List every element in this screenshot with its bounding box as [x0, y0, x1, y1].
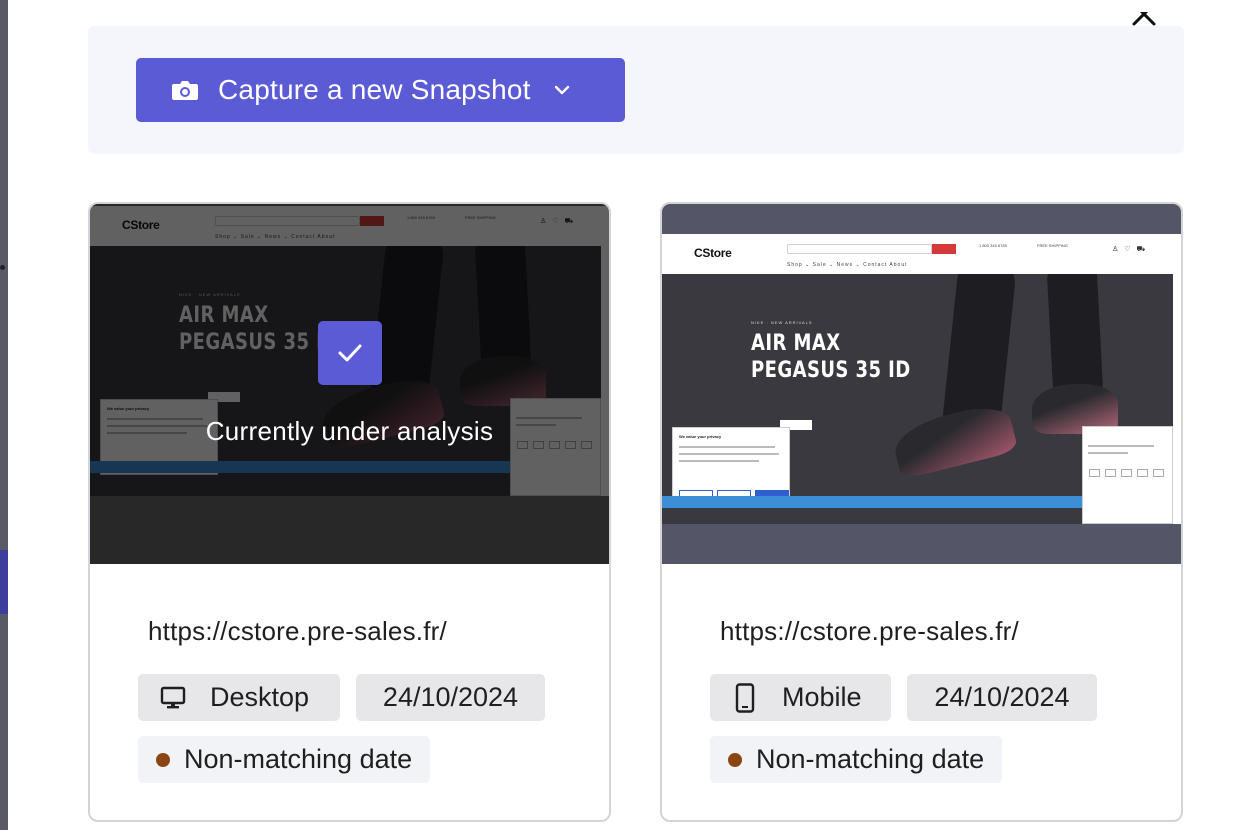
camera-icon [170, 75, 200, 105]
preview-hero-line1: AIR MAX [751, 331, 841, 356]
preview-icons: ♙ ♡ ⛟ [1112, 246, 1148, 253]
status-badge: Non-matching date [710, 736, 1003, 783]
preview-kicker: NIKE · NEW ARRIVALS [751, 320, 813, 325]
preview-nav: Shop ⌄ Sale ⌄ News ⌄ Contact About [787, 262, 908, 268]
analysis-status-text: Currently under analysis [205, 416, 494, 446]
preview-shoe [889, 400, 1019, 480]
preview-cookie-banner: We value your privacy [672, 427, 790, 503]
preview-phone: 1 800 345 6789 [979, 243, 1007, 248]
preview-header: CStore Shop ⌄ Sale ⌄ News ⌄ Contact Abou… [662, 234, 1181, 274]
status-badge: Non-matching date [138, 736, 431, 783]
status-label: Non-matching date [184, 744, 413, 774]
status-dot [156, 752, 170, 767]
preview-search-button [932, 244, 956, 254]
snapshot-thumbnail[interactable]: CStore Shop ⌄ Sale ⌄ News ⌄ Contact Abou… [662, 204, 1181, 564]
preview-hero: NIKE · NEW ARRIVALS AIR MAXPEGASUS 35 ID… [662, 274, 1173, 524]
snapshot-url: https://cstore.pre-sales.fr/ [720, 616, 1019, 646]
analysis-overlay: Currently under analysis [90, 204, 609, 564]
preview-shipping: FREE SHIPPING [1037, 243, 1068, 248]
snapshot-thumbnail[interactable]: CStore Shop ⌄ Sale ⌄ News ⌄ Contact Abou… [90, 204, 609, 564]
chevron-down-icon[interactable] [553, 80, 573, 100]
date-chip: 24/10/2024 [907, 674, 1097, 721]
device-label: Desktop [210, 682, 310, 712]
capture-snapshot-label: Capture a new Snapshot [218, 74, 531, 105]
preview-logo: CStore [694, 246, 732, 260]
snapshot-toolbar: Capture a new Snapshot [88, 26, 1184, 154]
snapshot-card-mobile[interactable]: CStore Shop ⌄ Sale ⌄ News ⌄ Contact Abou… [660, 202, 1183, 822]
preview-cookie-title: We value your privacy [679, 434, 722, 439]
edge-accent [0, 550, 8, 614]
preview-notice-bar [662, 496, 1082, 508]
capture-snapshot-button[interactable]: Capture a new Snapshot [136, 58, 625, 122]
edge-dot [0, 265, 5, 270]
preview-rating-widget [1082, 426, 1173, 524]
preview-search [787, 244, 932, 254]
status-dot [728, 752, 742, 767]
checkmark-icon [338, 344, 362, 362]
desktop-icon [158, 683, 188, 713]
preview-hero-line2: PEGASUS 35 ID [751, 358, 911, 383]
preview-hero-title: AIR MAXPEGASUS 35 ID [751, 330, 911, 384]
date-chip: 24/10/2024 [356, 674, 545, 721]
mobile-icon [730, 682, 760, 713]
website-preview: CStore Shop ⌄ Sale ⌄ News ⌄ Contact Abou… [662, 234, 1181, 524]
device-label: Mobile [782, 682, 862, 712]
snapshot-card-desktop[interactable]: CStore Shop ⌄ Sale ⌄ News ⌄ Contact Abou… [88, 202, 611, 822]
device-chip: Desktop [138, 674, 340, 721]
device-chip: Mobile [710, 674, 891, 721]
snapshot-url: https://cstore.pre-sales.fr/ [148, 616, 447, 646]
status-label: Non-matching date [756, 744, 985, 774]
selected-checkbox[interactable] [318, 321, 382, 385]
background-panel-edge [0, 0, 8, 830]
